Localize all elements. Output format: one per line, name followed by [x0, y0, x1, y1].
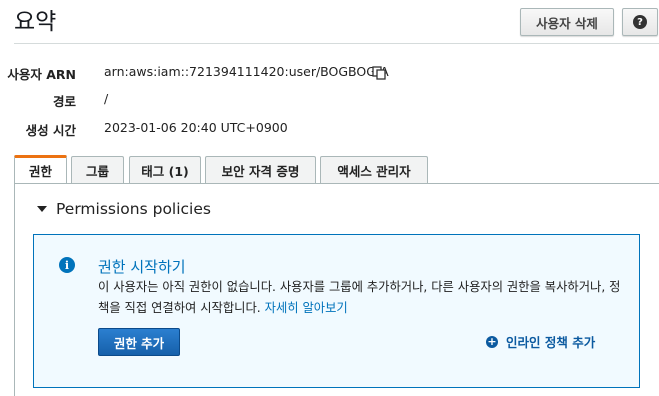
permissions-panel: Permissions policies i 권한 시작하기 이 사용자는 아직… [14, 183, 659, 396]
delete-user-button[interactable]: 사용자 삭제 [520, 8, 614, 36]
info-icon: i [59, 257, 75, 273]
path-value: / [104, 91, 109, 106]
plus-circle-icon: + [486, 335, 498, 348]
info-box: i 권한 시작하기 이 사용자는 아직 권한이 없습니다. 사용자를 그룹에 추… [33, 234, 640, 388]
help-icon: ? [633, 15, 647, 29]
add-inline-policy-button[interactable]: + 인라인 정책 추가 [486, 332, 595, 351]
info-description: 이 사용자는 아직 권한이 없습니다. 사용자를 그룹에 추가하거나, 다른 사… [98, 280, 621, 315]
copy-icon[interactable] [372, 66, 386, 80]
permissions-policies-toggle[interactable]: Permissions policies [37, 200, 211, 218]
user-arn-label: 사용자 ARN [7, 67, 76, 82]
caret-down-icon [37, 206, 47, 212]
add-permissions-button[interactable]: 권한 추가 [98, 328, 180, 356]
help-button[interactable]: ? [622, 8, 658, 36]
learn-more-link[interactable]: 자세히 알아보기 [265, 301, 348, 315]
path-label: 경로 [52, 94, 76, 109]
add-inline-policy-label: 인라인 정책 추가 [506, 335, 596, 350]
header-divider [14, 43, 659, 44]
tab-security-credentials[interactable]: 보안 자격 증명 [205, 156, 316, 183]
info-text: 이 사용자는 아직 권한이 없습니다. 사용자를 그룹에 추가하거나, 다른 사… [98, 277, 628, 319]
tab-groups[interactable]: 그룹 [71, 156, 124, 183]
tab-permissions[interactable]: 권한 [14, 155, 67, 183]
created-time-value: 2023-01-06 20:40 UTC+0900 [104, 120, 288, 135]
permissions-policies-title: Permissions policies [56, 200, 211, 218]
tab-tags[interactable]: 태그 (1) [129, 156, 201, 183]
page-title: 요약 [14, 9, 57, 35]
tab-access-advisor[interactable]: 액세스 관리자 [320, 156, 428, 183]
created-time-label: 생성 시간 [25, 123, 76, 138]
info-heading: 권한 시작하기 [98, 258, 186, 276]
user-arn-value: arn:aws:iam::721394111420:user/BOGBOG-A [104, 64, 389, 79]
